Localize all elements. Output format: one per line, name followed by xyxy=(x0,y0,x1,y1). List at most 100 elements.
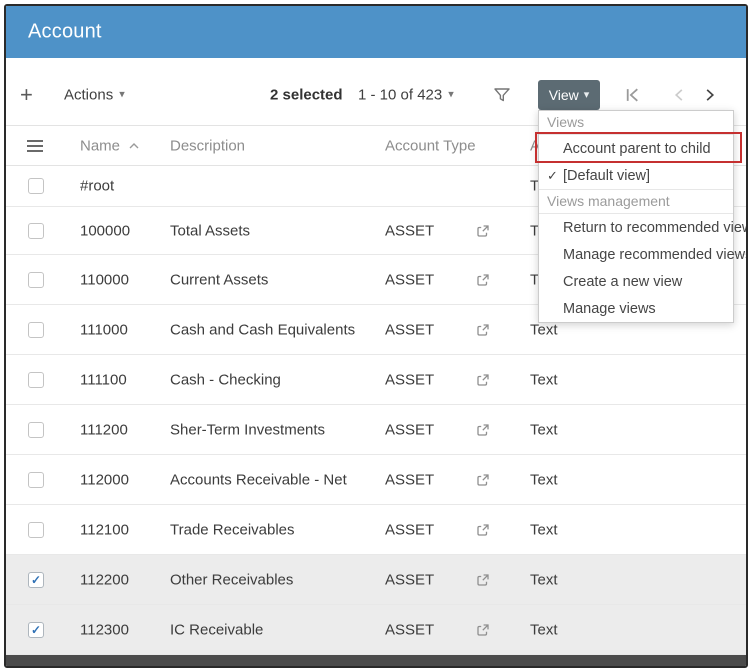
chevron-down-icon: ▾ xyxy=(584,90,590,101)
cell-attribute: Text xyxy=(530,471,558,488)
cell-name: 111200 xyxy=(80,421,128,438)
menu-item-return-to-recommended-view[interactable]: ✓ Return to recommended view xyxy=(539,214,733,241)
column-header-description[interactable]: Description xyxy=(170,137,245,154)
view-label: View xyxy=(549,87,579,103)
chevron-right-icon xyxy=(702,88,717,103)
cell-name: 112000 xyxy=(80,471,129,488)
chevron-down-icon: ▾ xyxy=(119,90,125,101)
table-row[interactable]: 112200 Other Receivables ASSET Text xyxy=(6,555,746,605)
cell-description: Sher-Term Investments xyxy=(170,421,325,438)
external-link-icon[interactable] xyxy=(476,273,490,287)
cell-description: Trade Receivables xyxy=(170,521,295,538)
cell-description: Cash - Checking xyxy=(170,371,281,388)
first-page-icon xyxy=(624,87,641,104)
selected-count: 2 selected xyxy=(270,87,343,104)
cell-description: IC Receivable xyxy=(170,621,263,638)
cell-attribute: Text xyxy=(530,571,558,588)
pagination-dropdown[interactable]: 1 - 10 of 423 ▾ xyxy=(358,87,454,104)
table-row[interactable]: 112100 Trade Receivables ASSET Text xyxy=(6,505,746,555)
menu-item-default-view[interactable]: ✓ [Default view] xyxy=(539,162,733,189)
menu-item-manage-views[interactable]: ✓ Manage views xyxy=(539,295,733,322)
page-header: Account xyxy=(6,6,746,58)
pagination-label: 1 - 10 of 423 xyxy=(358,87,442,104)
row-checkbox[interactable] xyxy=(28,472,44,488)
cell-account-type: ASSET xyxy=(385,371,434,388)
chevron-left-icon xyxy=(672,88,687,103)
cell-account-type: ASSET xyxy=(385,621,434,638)
cell-name: #root xyxy=(80,178,114,195)
column-header-account-type[interactable]: Account Type xyxy=(385,137,476,154)
menu-item-manage-recommended-views[interactable]: ✓ Manage recommended views xyxy=(539,241,733,268)
external-link-icon[interactable] xyxy=(476,573,490,587)
table-row[interactable]: 111200 Sher-Term Investments ASSET Text xyxy=(6,405,746,455)
cell-description: Cash and Cash Equivalents xyxy=(170,321,355,338)
menu-item-create-a-new-view[interactable]: ✓ Create a new view xyxy=(539,268,733,295)
actions-label: Actions xyxy=(64,87,113,104)
actions-menu-button[interactable]: Actions ▾ xyxy=(64,87,125,104)
cell-description: Current Assets xyxy=(170,271,268,288)
column-header-name[interactable]: Name xyxy=(80,137,139,154)
cell-account-type: ASSET xyxy=(385,421,434,438)
cell-attribute: Text xyxy=(530,371,558,388)
cell-description: Total Assets xyxy=(170,222,250,239)
table-menu-button[interactable] xyxy=(26,138,44,154)
cell-name: 111100 xyxy=(80,371,127,388)
cell-name: 100000 xyxy=(80,222,130,239)
row-checkbox[interactable] xyxy=(28,572,44,588)
cell-attribute: Text xyxy=(530,421,558,438)
cell-account-type: ASSET xyxy=(385,321,434,338)
filter-button[interactable] xyxy=(493,86,511,104)
horizontal-scrollbar[interactable] xyxy=(6,655,746,666)
external-link-icon[interactable] xyxy=(476,373,490,387)
row-checkbox[interactable] xyxy=(28,272,44,288)
cell-account-type: ASSET xyxy=(385,571,434,588)
external-link-icon[interactable] xyxy=(476,623,490,637)
row-checkbox[interactable] xyxy=(28,372,44,388)
external-link-icon[interactable] xyxy=(476,423,490,437)
cell-name: 110000 xyxy=(80,271,129,288)
cell-name: 111000 xyxy=(80,321,128,338)
cell-description: Other Receivables xyxy=(170,571,293,588)
check-icon: ✓ xyxy=(547,168,563,184)
menu-section-views-management: Views management ✓ Return to recommended… xyxy=(539,189,733,322)
cell-account-type: ASSET xyxy=(385,521,434,538)
row-checkbox[interactable] xyxy=(28,422,44,438)
cell-name: 112100 xyxy=(80,521,129,538)
external-link-icon[interactable] xyxy=(476,473,490,487)
add-button[interactable]: + xyxy=(20,82,33,108)
cell-name: 112300 xyxy=(80,621,129,638)
cell-attribute: Text xyxy=(530,521,558,538)
external-link-icon[interactable] xyxy=(476,523,490,537)
first-page-button[interactable] xyxy=(624,87,641,104)
cell-attribute: Text xyxy=(530,321,558,338)
previous-page-button[interactable] xyxy=(672,88,687,103)
table-row[interactable]: 112000 Accounts Receivable - Net ASSET T… xyxy=(6,455,746,505)
sort-ascending-icon xyxy=(129,142,139,149)
hamburger-icon xyxy=(26,138,44,154)
page-title: Account xyxy=(28,21,102,44)
table-row[interactable]: 112300 IC Receivable ASSET Text xyxy=(6,605,746,655)
menu-section-header: Views management xyxy=(539,190,733,214)
row-checkbox[interactable] xyxy=(28,622,44,638)
cell-account-type: ASSET xyxy=(385,471,434,488)
row-checkbox[interactable] xyxy=(28,223,44,239)
menu-section-header: Views xyxy=(539,111,733,135)
funnel-icon xyxy=(493,86,511,104)
app-window: Account + Actions ▾ 2 selected 1 - 10 of… xyxy=(4,4,748,668)
next-page-button[interactable] xyxy=(702,88,717,103)
chevron-down-icon: ▾ xyxy=(448,90,454,101)
external-link-icon[interactable] xyxy=(476,323,490,337)
external-link-icon[interactable] xyxy=(476,224,490,238)
menu-section-views: Views ✓ Account parent to child ✓ [Defau… xyxy=(539,111,733,189)
row-checkbox[interactable] xyxy=(28,522,44,538)
row-checkbox[interactable] xyxy=(28,178,44,194)
table-row[interactable]: 111100 Cash - Checking ASSET Text xyxy=(6,355,746,405)
cell-account-type: ASSET xyxy=(385,222,434,239)
row-checkbox[interactable] xyxy=(28,322,44,338)
cell-description: Accounts Receivable - Net xyxy=(170,471,347,488)
cell-attribute: Text xyxy=(530,621,558,638)
menu-item-account-parent-to-child[interactable]: ✓ Account parent to child xyxy=(539,135,733,162)
screenshot-root: Account + Actions ▾ 2 selected 1 - 10 of… xyxy=(0,0,752,672)
view-menu-button[interactable]: View ▾ xyxy=(538,80,600,110)
cell-account-type: ASSET xyxy=(385,271,434,288)
